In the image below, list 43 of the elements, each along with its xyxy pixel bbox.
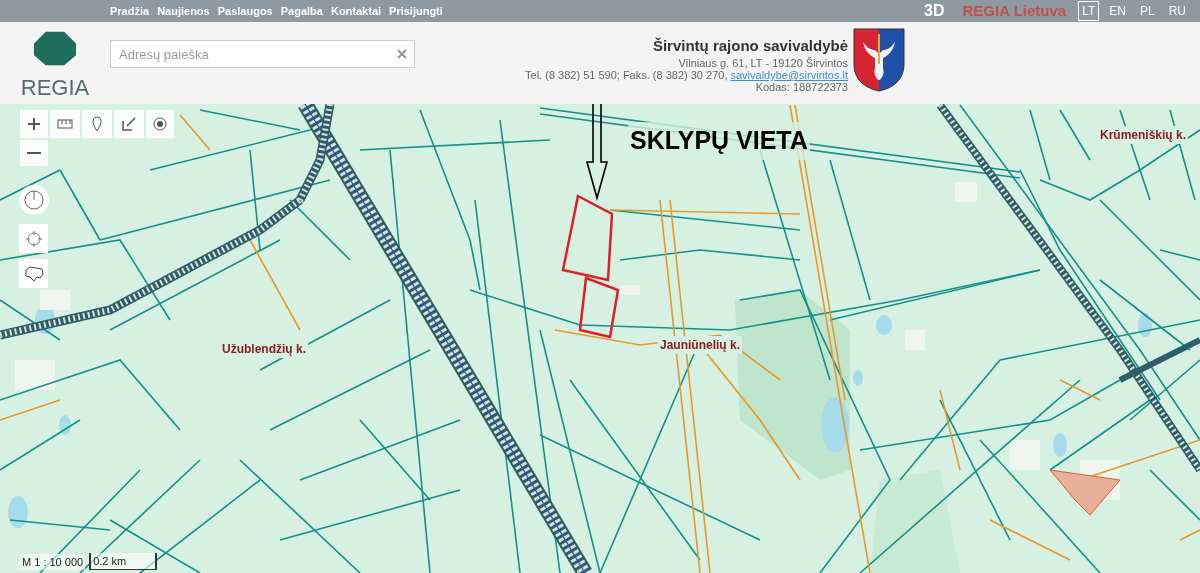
zoom-in-icon bbox=[27, 117, 41, 131]
nav-link[interactable]: Paslaugos bbox=[217, 2, 273, 20]
highlighted-parcel bbox=[578, 276, 620, 339]
scale-bar: 0.2 km bbox=[89, 552, 158, 570]
country-outline-icon bbox=[23, 265, 44, 282]
nav-link[interactable]: Pradžia bbox=[110, 2, 150, 20]
municipality-name: Širvintų rajono savivaldybė bbox=[652, 37, 848, 55]
language-tab[interactable]: EN bbox=[1105, 1, 1130, 21]
search-field[interactable]: Adresų paieška bbox=[110, 40, 415, 68]
village-label: Užublendžių k. bbox=[220, 340, 308, 358]
target-icon bbox=[153, 117, 167, 131]
brand-link[interactable]: REGIA Lietuva bbox=[962, 0, 1067, 23]
nav-link[interactable]: Pagalba bbox=[280, 2, 323, 20]
coat-of-arms-icon bbox=[853, 28, 905, 92]
compass-icon bbox=[24, 190, 44, 210]
zoom-out-button[interactable] bbox=[20, 140, 48, 166]
clear-icon[interactable] bbox=[397, 49, 407, 59]
pin-icon bbox=[92, 116, 102, 132]
annotation-text: SKLYPŲ VIETA bbox=[628, 122, 810, 160]
nav-link[interactable]: Naujienos bbox=[157, 2, 210, 20]
nav-link[interactable]: Kontaktai bbox=[330, 2, 382, 20]
code-text: Kodas: 188722373 bbox=[755, 81, 848, 93]
scale-ratio: M 1 : 10 000 bbox=[20, 553, 86, 570]
marker-button[interactable] bbox=[82, 110, 112, 138]
village-label: Jauniūnelių k. bbox=[658, 336, 742, 354]
email-link[interactable]: savivaldybe@sirvintos.lt bbox=[730, 69, 848, 81]
address-text: Vilniaus g. 61, LT - 19120 Širvintos bbox=[678, 57, 848, 69]
country-extent-button[interactable] bbox=[19, 259, 48, 288]
crosshair-icon bbox=[25, 230, 42, 247]
language-tab[interactable]: RU bbox=[1164, 1, 1190, 21]
language-tab[interactable]: PL bbox=[1135, 1, 1159, 21]
zoom-in-button[interactable] bbox=[20, 110, 48, 138]
phone-text: Tel. (8 382) 51 590; Faks. (8 382) 30 270, bbox=[525, 69, 728, 81]
edit-icon bbox=[122, 117, 136, 131]
locate-button[interactable] bbox=[146, 110, 174, 138]
3d-view-button[interactable]: 3D bbox=[924, 0, 945, 23]
edit-button[interactable] bbox=[114, 110, 144, 138]
village-label: Krūmeniškių k. bbox=[1098, 126, 1189, 144]
ruler-icon bbox=[57, 119, 73, 129]
logo-text: REGIA bbox=[20, 74, 90, 102]
nav-link[interactable]: Prisijungti bbox=[389, 2, 443, 20]
language-tab[interactable]: LT bbox=[1078, 1, 1100, 21]
crosshair-button[interactable] bbox=[19, 224, 48, 253]
